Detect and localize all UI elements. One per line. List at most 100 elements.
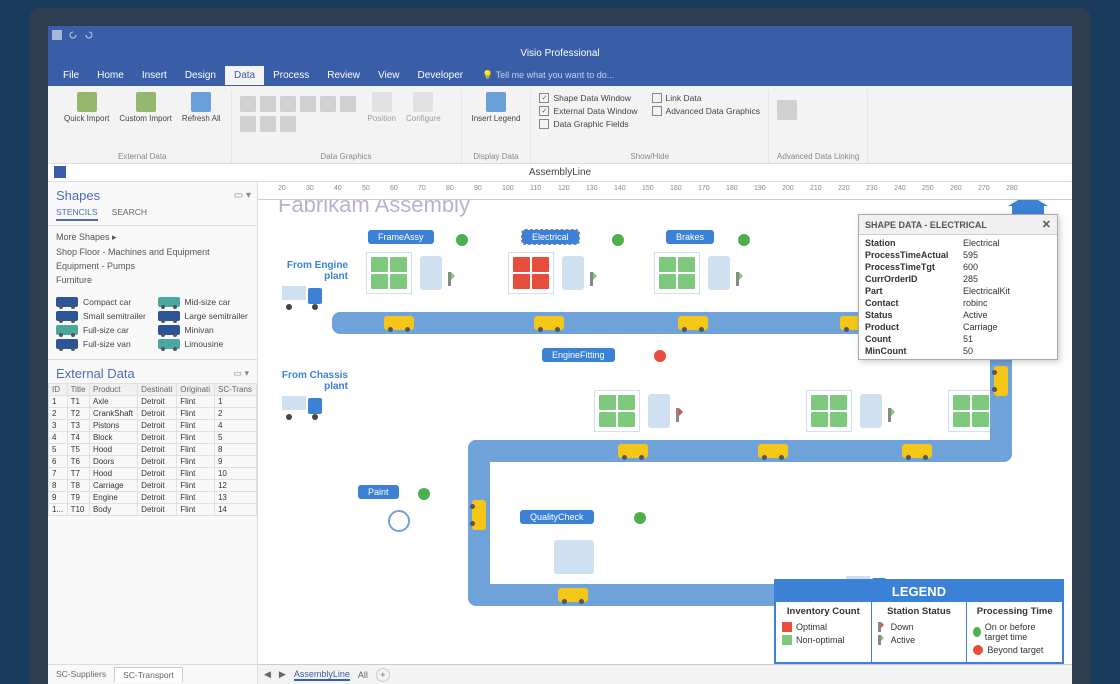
- graphic-style-icon[interactable]: [260, 116, 276, 132]
- cb-link-data[interactable]: Link Data: [652, 93, 761, 103]
- quick-import-button[interactable]: Quick Import: [62, 90, 111, 125]
- car-icon[interactable]: [618, 444, 648, 458]
- table-header[interactable]: SC-Trans: [214, 384, 256, 396]
- table-row[interactable]: 8T8CarriageDetroitFlint12: [49, 480, 257, 492]
- table-row[interactable]: 7T7HoodDetroitFlint10: [49, 468, 257, 480]
- tab-home[interactable]: Home: [88, 66, 133, 85]
- table-row[interactable]: 6T6DoorsDetroitFlint9: [49, 456, 257, 468]
- add-sheet-button[interactable]: +: [376, 668, 390, 682]
- car-icon[interactable]: [472, 500, 486, 530]
- cb-advanced-graphics[interactable]: Advanced Data Graphics: [652, 106, 761, 116]
- tab-process[interactable]: Process: [264, 66, 318, 85]
- cb-shape-data-window[interactable]: ✓Shape Data Window: [539, 93, 637, 103]
- car-icon[interactable]: [384, 316, 414, 330]
- bulb-icon[interactable]: [388, 510, 410, 532]
- refresh-all-button[interactable]: Refresh All: [180, 90, 223, 125]
- car-icon[interactable]: [678, 316, 708, 330]
- configure-button[interactable]: Configure: [404, 90, 443, 125]
- equipment-icon[interactable]: [648, 394, 670, 428]
- table-row[interactable]: 1T1AxleDetroitFlint1: [49, 396, 257, 408]
- equipment-icon[interactable]: [708, 256, 730, 290]
- stencil-item[interactable]: Furniture: [56, 273, 249, 287]
- node-paint[interactable]: Paint: [358, 485, 399, 499]
- node-brakes[interactable]: Brakes: [666, 230, 714, 244]
- shape-data-panel[interactable]: SHAPE DATA - ELECTRICAL✕ StationElectric…: [858, 214, 1058, 360]
- redo-icon[interactable]: [84, 30, 94, 40]
- canvas-area[interactable]: 2030405060708090100110120130140150160170…: [258, 182, 1072, 684]
- node-enginefitting[interactable]: EngineFitting: [542, 348, 615, 362]
- shape-item[interactable]: Small semitrailer: [56, 311, 148, 321]
- car-icon[interactable]: [534, 316, 564, 330]
- shape-item[interactable]: Mid-size car: [158, 297, 250, 307]
- ed-tab-suppliers[interactable]: SC-Suppliers: [48, 667, 114, 682]
- node-electrical[interactable]: Electrical: [522, 230, 579, 244]
- more-shapes-button[interactable]: More Shapes ▸: [56, 230, 249, 245]
- cb-external-data-window[interactable]: ✓External Data Window: [539, 106, 637, 116]
- table-row[interactable]: 5T5HoodDetroitFlint8: [49, 444, 257, 456]
- graphic-style-icon[interactable]: [240, 96, 256, 112]
- ed-tab-transport[interactable]: SC-Transport: [114, 667, 183, 682]
- tab-search-shapes[interactable]: SEARCH: [112, 207, 147, 221]
- stencil-item[interactable]: Shop Floor - Machines and Equipment: [56, 245, 249, 259]
- tab-developer[interactable]: Developer: [409, 66, 473, 85]
- machine-icon[interactable]: [654, 252, 700, 294]
- tab-view[interactable]: View: [369, 66, 409, 85]
- tell-me-search[interactable]: 💡 Tell me what you want to do...: [482, 70, 614, 81]
- machine-icon[interactable]: [366, 252, 412, 294]
- graphic-style-icon[interactable]: [260, 96, 276, 112]
- machine-icon[interactable]: [806, 390, 852, 432]
- shape-item[interactable]: Large semitrailer: [158, 311, 250, 321]
- table-row[interactable]: 3T3PistonsDetroitFlint4: [49, 420, 257, 432]
- table-header[interactable]: ID: [49, 384, 68, 396]
- graphic-style-icon[interactable]: [320, 96, 336, 112]
- tab-review[interactable]: Review: [318, 66, 369, 85]
- bag-icon[interactable]: [554, 540, 594, 574]
- tab-stencils[interactable]: STENCILS: [56, 207, 98, 221]
- car-icon[interactable]: [758, 444, 788, 458]
- position-button[interactable]: Position: [366, 90, 398, 125]
- shape-item[interactable]: Limousine: [158, 339, 250, 349]
- shape-item[interactable]: Full-size van: [56, 339, 148, 349]
- shape-item[interactable]: Minivan: [158, 325, 250, 335]
- table-header[interactable]: Title: [67, 384, 89, 396]
- machine-icon[interactable]: [594, 390, 640, 432]
- sheet-nav-icon[interactable]: ▶: [279, 669, 286, 680]
- sheet-nav-icon[interactable]: ◀: [264, 669, 271, 680]
- truck-icon[interactable]: [282, 286, 322, 308]
- car-icon[interactable]: [902, 444, 932, 458]
- equipment-icon[interactable]: [860, 394, 882, 428]
- tab-insert[interactable]: Insert: [133, 66, 176, 85]
- machine-icon[interactable]: [948, 390, 994, 432]
- graphic-style-icon[interactable]: [240, 116, 256, 132]
- equipment-icon[interactable]: [562, 256, 584, 290]
- table-header[interactable]: Originati: [177, 384, 215, 396]
- save-icon[interactable]: [52, 30, 62, 40]
- car-icon[interactable]: [558, 588, 588, 602]
- node-frameassy[interactable]: FrameAssy: [368, 230, 434, 244]
- graphic-style-icon[interactable]: [280, 116, 296, 132]
- machine-icon[interactable]: [508, 252, 554, 294]
- pane-controls[interactable]: ▭ ▾: [233, 368, 249, 379]
- custom-import-button[interactable]: Custom Import: [117, 90, 173, 125]
- external-data-table[interactable]: IDTitleProductDestinatiOriginatiSC-Trans…: [48, 383, 257, 664]
- node-qualitycheck[interactable]: QualityCheck: [520, 510, 594, 524]
- stencil-item[interactable]: Equipment - Pumps: [56, 259, 249, 273]
- insert-legend-button[interactable]: Insert Legend: [470, 90, 523, 125]
- sheet-tab-all[interactable]: All: [358, 670, 368, 680]
- truck-icon[interactable]: [282, 396, 322, 418]
- graphic-style-icon[interactable]: [300, 96, 316, 112]
- table-row[interactable]: 1...T10BodyDetroitFlint14: [49, 504, 257, 516]
- undo-icon[interactable]: [68, 30, 78, 40]
- quick-access-toolbar[interactable]: [48, 26, 1072, 44]
- table-row[interactable]: 2T2CrankShaftDetroitFlint2: [49, 408, 257, 420]
- cb-data-graphic-fields[interactable]: Data Graphic Fields: [539, 119, 637, 129]
- graphic-style-icon[interactable]: [280, 96, 296, 112]
- table-header[interactable]: Product: [89, 384, 137, 396]
- tab-data[interactable]: Data: [225, 66, 264, 85]
- pane-controls[interactable]: ▭ ▾: [234, 190, 251, 201]
- equipment-icon[interactable]: [420, 256, 442, 290]
- table-row[interactable]: 4T4BlockDetroitFlint5: [49, 432, 257, 444]
- sheet-tab-assemblyline[interactable]: AssemblyLine: [294, 669, 350, 681]
- graphic-style-icon[interactable]: [340, 96, 356, 112]
- adv-link-icon[interactable]: [777, 100, 797, 120]
